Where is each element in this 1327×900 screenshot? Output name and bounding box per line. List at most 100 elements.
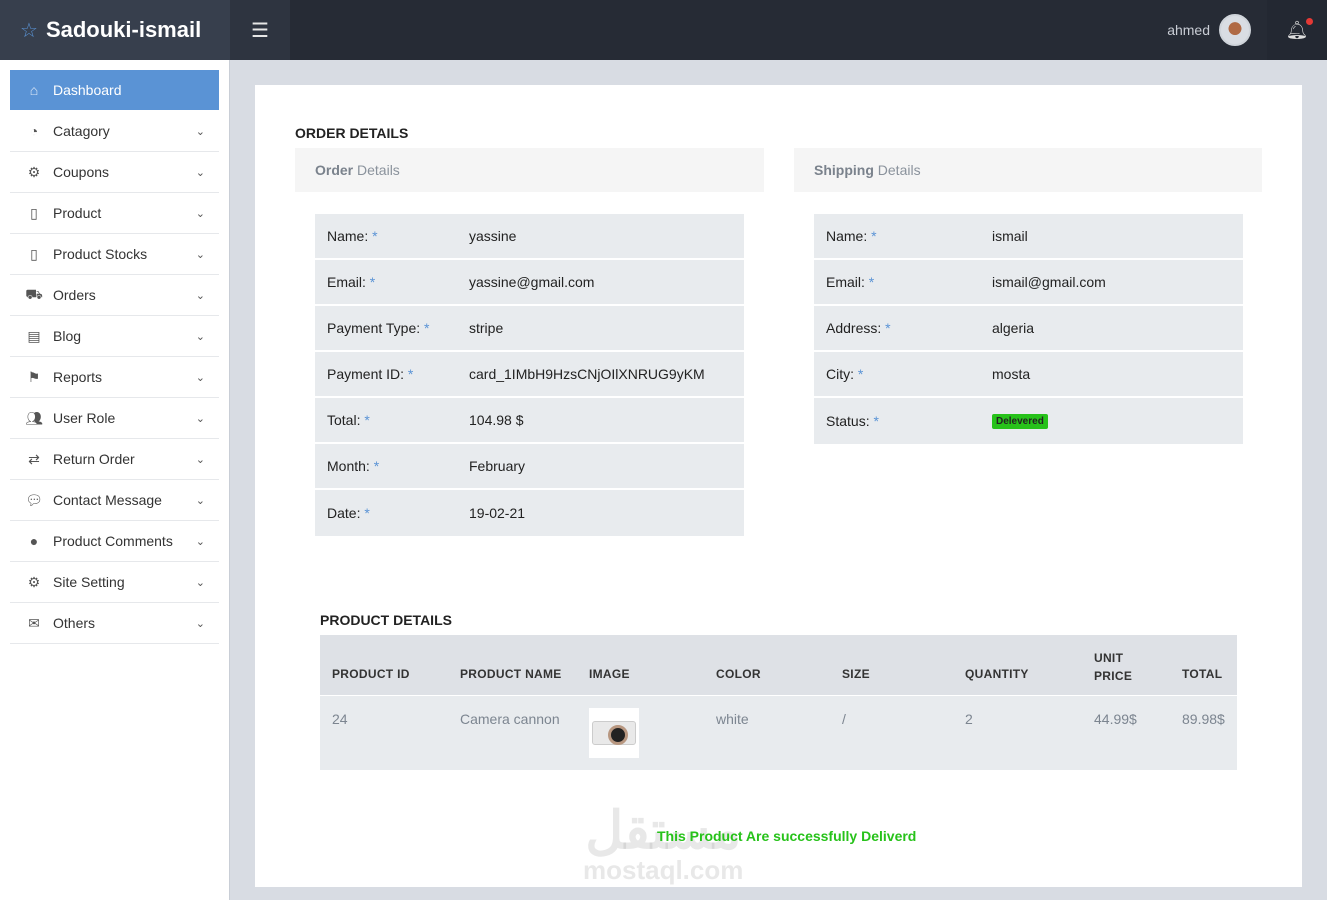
label-text: Status: bbox=[826, 413, 870, 429]
sidebar-item-product[interactable]: ▯ Product ⌄ bbox=[10, 193, 219, 234]
sidebar-item-label: User Role bbox=[53, 410, 116, 426]
field-label: Month: * bbox=[315, 458, 379, 474]
detail-row: Month: * February bbox=[315, 444, 744, 490]
notifications-button[interactable]: 🔔︎ bbox=[1267, 0, 1327, 60]
product-table: PRODUCT ID PRODUCT NAME IMAGE COLOR SIZE QUAN… bbox=[320, 635, 1237, 770]
field-label: Payment Type: * bbox=[315, 320, 429, 336]
basket-icon: ⛟ bbox=[25, 285, 43, 302]
required-mark: * bbox=[857, 366, 864, 382]
sidebar-item-dashboard[interactable]: ⌂ Dashboard bbox=[10, 70, 219, 110]
label-text: Payment ID: bbox=[327, 366, 405, 382]
column-header: PRODUCT NAME bbox=[460, 667, 562, 681]
bell-icon: 🔔︎ bbox=[1286, 17, 1314, 41]
sidebar-item-contact-message[interactable]: 💬︎ Contact Message ⌄ bbox=[10, 480, 219, 521]
brand-name: Sadouki-ismail bbox=[45, 17, 202, 42]
top-bar: ☆ Sadouki-ismail ☰ ahmed 🔔︎ bbox=[0, 0, 1327, 60]
detail-row: Status: * Delevered bbox=[814, 398, 1243, 444]
label-text: Email: bbox=[826, 274, 865, 290]
cogs-icon: ⚙ bbox=[27, 573, 41, 590]
field-label: Email: * bbox=[814, 274, 874, 290]
cell-product-id: 24 bbox=[332, 711, 348, 727]
column-header: SIZE bbox=[842, 667, 870, 681]
detail-row: City: * mosta bbox=[814, 352, 1243, 398]
cell-unit-price: 44.99$ bbox=[1094, 711, 1137, 727]
field-label: Name: * bbox=[315, 228, 378, 244]
required-mark: * bbox=[407, 366, 414, 382]
sidebar-item-label: Return Order bbox=[53, 451, 135, 467]
pie-chart-icon: ◔ bbox=[29, 123, 39, 139]
shipping-panel-header: Shipping Details bbox=[794, 148, 1262, 192]
field-label: Date: * bbox=[315, 505, 370, 521]
sidebar-item-user-role[interactable]: 👥︎ User Role ⌄ bbox=[10, 398, 219, 439]
gear-icon: ⚙ bbox=[27, 163, 41, 180]
user-name: ahmed bbox=[1167, 22, 1210, 38]
required-mark: * bbox=[424, 320, 430, 336]
sidebar-item-site-setting[interactable]: ⚙ Site Setting ⌄ bbox=[10, 562, 219, 603]
sidebar-item-product-stocks[interactable]: ▯ Product Stocks ⌄ bbox=[10, 234, 219, 275]
sidebar-item-return-order[interactable]: ⇄ Return Order ⌄ bbox=[10, 439, 219, 480]
detail-row: Email: * ismail@gmail.com bbox=[814, 260, 1243, 306]
cell-product-name: Camera cannon bbox=[460, 711, 560, 727]
cell-quantity: 2 bbox=[965, 711, 973, 727]
product-details-title: PRODUCT DETAILS bbox=[320, 612, 452, 628]
field-label: Email: * bbox=[315, 274, 375, 290]
field-value: February bbox=[469, 458, 526, 474]
panel-title-rest: Details bbox=[357, 162, 400, 178]
sidebar-item-catagory[interactable]: ◔ Catagory ⌄ bbox=[10, 111, 219, 152]
panel-title-bold: Shipping bbox=[814, 162, 874, 178]
user-menu[interactable]: ahmed bbox=[1167, 14, 1251, 46]
sidebar-item-label: Reports bbox=[53, 369, 103, 385]
sidebar-item-orders[interactable]: ⛟ Orders ⌄ bbox=[10, 275, 219, 316]
sidebar: ⌂ Dashboard ◔ Catagory ⌄ ⚙ Coupons ⌄ ▯ Product ⌄ ▯ P… bbox=[0, 60, 230, 900]
detail-row: Payment Type: * stripe bbox=[315, 306, 744, 352]
field-label: City: * bbox=[814, 366, 863, 382]
sidebar-item-reports[interactable]: ⚑ Reports ⌄ bbox=[10, 357, 219, 398]
chevron-down-icon: ⌄ bbox=[195, 453, 205, 466]
sidebar-item-label: Product Stocks bbox=[53, 246, 148, 262]
field-value: ismail@gmail.com bbox=[992, 274, 1106, 290]
required-mark: * bbox=[372, 228, 378, 244]
field-value: 104.98 $ bbox=[469, 412, 524, 428]
avatar bbox=[1219, 14, 1251, 46]
column-header: TOTAL bbox=[1182, 667, 1223, 681]
field-value: yassine bbox=[469, 228, 517, 244]
column-header: PRODUCT ID bbox=[332, 667, 410, 681]
cell-size: / bbox=[842, 711, 846, 727]
star-icon: ☆ bbox=[20, 19, 38, 42]
required-mark: * bbox=[873, 413, 879, 429]
required-mark: * bbox=[885, 320, 891, 336]
chevron-down-icon: ⌄ bbox=[195, 248, 205, 261]
required-mark: * bbox=[364, 412, 370, 428]
menu-toggle-button[interactable]: ☰ bbox=[230, 0, 290, 60]
brand[interactable]: ☆ Sadouki-ismail bbox=[0, 0, 230, 60]
label-text: Month: bbox=[327, 458, 370, 474]
watermark-latin: mostaql.com bbox=[583, 855, 744, 885]
sidebar-item-blog[interactable]: ▤ Blog ⌄ bbox=[10, 316, 219, 357]
detail-row: Name: * ismail bbox=[814, 214, 1243, 260]
detail-row: Address: * algeria bbox=[814, 306, 1243, 352]
sidebar-item-others[interactable]: ✉ Others ⌄ bbox=[10, 603, 219, 644]
detail-row: Name: * yassine bbox=[315, 214, 744, 260]
required-mark: * bbox=[373, 458, 380, 474]
product-image bbox=[589, 708, 639, 758]
sidebar-item-label: Coupons bbox=[53, 164, 110, 180]
sidebar-item-label: Blog bbox=[53, 328, 82, 344]
field-value: algeria bbox=[992, 320, 1035, 336]
panel-title-rest: Details bbox=[877, 162, 921, 178]
sidebar-item-product-comments[interactable]: ● Product Comments ⌄ bbox=[10, 521, 219, 562]
notification-dot bbox=[1306, 17, 1314, 25]
field-value: mosta bbox=[992, 366, 1031, 382]
chevron-down-icon: ⌄ bbox=[195, 166, 205, 179]
detail-row: Payment ID: * card_1IMbH9HzsCNjOIlXNRUG9y… bbox=[315, 352, 744, 398]
label-text: Name: bbox=[327, 228, 369, 244]
order-details-title: ORDER DETAILS bbox=[295, 125, 409, 141]
field-label: Status: * bbox=[814, 413, 879, 429]
sidebar-item-coupons[interactable]: ⚙ Coupons ⌄ bbox=[10, 152, 219, 193]
table-row: 24 Camera cannon white / 2 44.99$ 89.98$ bbox=[320, 695, 1237, 770]
table-header: PRODUCT ID PRODUCT NAME IMAGE COLOR SIZE QUAN… bbox=[320, 635, 1237, 695]
label-text: Total: bbox=[327, 412, 361, 428]
comment-icon: 💬︎ bbox=[25, 491, 43, 508]
order-panel-header: Order Details bbox=[295, 148, 764, 192]
label-text: Email: bbox=[327, 274, 366, 290]
cell-total: 89.98$ bbox=[1182, 711, 1225, 727]
